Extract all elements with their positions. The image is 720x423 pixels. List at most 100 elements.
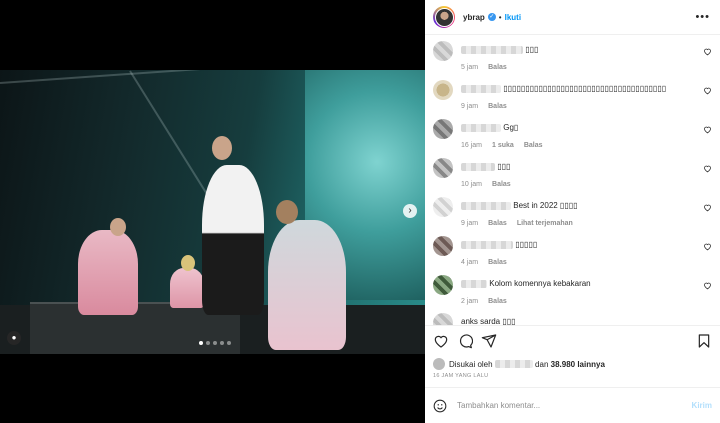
emoji-icon[interactable] xyxy=(433,399,447,413)
commenter-username-blurred[interactable] xyxy=(461,45,523,54)
comment-time: 16 jam xyxy=(461,142,483,149)
comment-text: Gg▯ xyxy=(503,123,519,132)
comment-like-count[interactable]: 1 suka xyxy=(492,142,514,149)
comment-time: 2 jam xyxy=(461,298,479,305)
comment-item: anks sarda ▯▯▯ xyxy=(433,313,712,325)
stage-truss xyxy=(0,70,300,84)
post-comment-button[interactable]: Kirim xyxy=(692,401,712,410)
comment-text: Kolom komennya kebakaran xyxy=(489,279,591,288)
performer xyxy=(170,268,204,308)
commenter-username-blurred[interactable] xyxy=(461,162,495,171)
commenter-avatar[interactable] xyxy=(433,313,453,325)
carousel-dot xyxy=(199,341,203,345)
reply-button[interactable]: Balas xyxy=(488,259,507,266)
comment-bubble-icon[interactable] xyxy=(457,333,473,349)
comment-item: Gg▯ 16 jam 1 suka Balas xyxy=(433,119,712,159)
commenter-username-blurred[interactable] xyxy=(461,84,501,93)
comment-item: Kolom komennya kebakaran 2 jam Balas xyxy=(433,275,712,315)
commenter-avatar[interactable] xyxy=(433,158,453,178)
post-photo[interactable] xyxy=(0,70,425,354)
like-heart-icon[interactable] xyxy=(703,242,712,251)
reply-button[interactable]: Balas xyxy=(488,103,507,110)
liked-by-and: dan xyxy=(535,359,549,369)
carousel-dot xyxy=(213,341,217,345)
post-details-panel: ybrap ✓ • Ikuti ••• ▯▯▯ 5 jam Balas ▯▯▯▯▯… xyxy=(425,0,720,423)
reply-button[interactable]: Balas xyxy=(488,64,507,71)
commenter-avatar[interactable] xyxy=(433,197,453,217)
comment-time: 4 jam xyxy=(461,259,479,266)
post-media: › ● xyxy=(0,0,425,423)
performer-head xyxy=(212,136,232,160)
reply-button[interactable]: Balas xyxy=(488,298,507,305)
comment-time: 10 jam xyxy=(461,181,483,188)
liker-username-blurred[interactable] xyxy=(494,360,533,368)
comment-item: ▯▯▯ 10 jam Balas xyxy=(433,158,712,198)
post-header: ybrap ✓ • Ikuti ••• xyxy=(425,0,720,35)
comment-text: ▯▯▯ xyxy=(497,162,511,171)
comment-time: 9 jam xyxy=(461,220,479,227)
comment-text: anks sarda ▯▯▯ xyxy=(461,317,516,325)
add-comment-bar: Kirim xyxy=(425,387,720,423)
author-avatar[interactable] xyxy=(433,6,455,28)
comment-item: ▯▯▯▯▯ 4 jam Balas xyxy=(433,236,712,276)
like-heart-icon[interactable] xyxy=(703,86,712,95)
add-comment-input[interactable] xyxy=(457,401,692,410)
comment-item: ▯▯▯ 5 jam Balas xyxy=(433,41,712,81)
next-slide-button[interactable]: › xyxy=(403,204,417,218)
commenter-username-blurred[interactable] xyxy=(461,123,501,132)
share-send-icon[interactable] xyxy=(481,333,497,349)
commenter-avatar[interactable] xyxy=(433,41,453,61)
commenter-avatar[interactable] xyxy=(433,236,453,256)
commenter-avatar[interactable] xyxy=(433,80,453,100)
post-actions-bar xyxy=(425,325,720,355)
like-heart-icon[interactable] xyxy=(703,281,712,290)
bookmark-icon[interactable] xyxy=(696,333,712,349)
reply-button[interactable]: Balas xyxy=(524,142,543,149)
liked-by-prefix: Disukai oleh xyxy=(449,359,493,369)
carousel-dot xyxy=(206,341,210,345)
instagram-post-modal: › ● ybrap ✓ • Ikuti ••• ▯▯▯ 5 jam Balas xyxy=(0,0,720,423)
comment-text: ▯▯▯▯▯▯▯▯▯▯▯▯▯▯▯▯▯▯▯▯▯▯▯▯▯▯▯▯▯▯▯▯▯▯▯▯▯ xyxy=(503,84,667,93)
like-heart-icon[interactable] xyxy=(703,203,712,212)
like-heart-icon[interactable] xyxy=(703,125,712,134)
chevron-right-icon: › xyxy=(408,205,412,216)
comment-text: ▯▯▯ xyxy=(525,45,539,54)
performer xyxy=(78,230,138,315)
comment-time: 9 jam xyxy=(461,103,479,110)
liker-avatar[interactable] xyxy=(433,358,445,370)
performer xyxy=(202,165,264,315)
commenter-avatar[interactable] xyxy=(433,275,453,295)
commenter-username-blurred[interactable] xyxy=(461,279,487,288)
tagged-users-button[interactable]: ● xyxy=(7,331,21,345)
performer-head xyxy=(276,200,298,224)
stage-truss xyxy=(129,70,211,199)
author-username[interactable]: ybrap xyxy=(463,13,485,22)
carousel-indicator xyxy=(199,341,231,345)
post-timestamp[interactable]: 16 JAM YANG LALU xyxy=(425,373,720,387)
verified-badge-icon: ✓ xyxy=(487,13,496,21)
carousel-dot xyxy=(220,341,224,345)
comment-item: Best in 2022 ▯▯▯▯ 9 jam Balas Lihat terjem… xyxy=(433,197,712,237)
follow-button[interactable]: Ikuti xyxy=(505,13,521,22)
performer-head xyxy=(110,218,126,236)
like-heart-icon[interactable] xyxy=(433,333,449,349)
comment-text: Best in 2022 ▯▯▯▯ xyxy=(513,201,578,210)
user-tag-icon: ● xyxy=(11,333,17,342)
carousel-dot xyxy=(227,341,231,345)
see-translation-button[interactable]: Lihat terjemahan xyxy=(517,220,573,227)
likes-count[interactable]: 38.980 lainnya xyxy=(551,360,605,369)
commenter-username-blurred[interactable] xyxy=(461,240,513,249)
reply-button[interactable]: Balas xyxy=(492,181,511,188)
more-horizontal-icon[interactable]: ••• xyxy=(695,11,710,23)
commenter-username-blurred[interactable] xyxy=(461,201,511,210)
separator-dot: • xyxy=(498,12,502,22)
commenter-avatar[interactable] xyxy=(433,119,453,139)
comment-item: ▯▯▯▯▯▯▯▯▯▯▯▯▯▯▯▯▯▯▯▯▯▯▯▯▯▯▯▯▯▯▯▯▯▯▯▯▯ 9 … xyxy=(433,80,712,120)
comment-text: ▯▯▯▯▯ xyxy=(515,240,538,249)
like-heart-icon[interactable] xyxy=(703,47,712,56)
comments-list[interactable]: ▯▯▯ 5 jam Balas ▯▯▯▯▯▯▯▯▯▯▯▯▯▯▯▯▯▯▯▯▯▯▯▯▯… xyxy=(425,35,720,325)
likes-summary: Disukai oleh dan 38.980 lainnya xyxy=(425,355,720,373)
like-heart-icon[interactable] xyxy=(703,164,712,173)
performer-head xyxy=(181,255,195,271)
reply-button[interactable]: Balas xyxy=(488,220,507,227)
